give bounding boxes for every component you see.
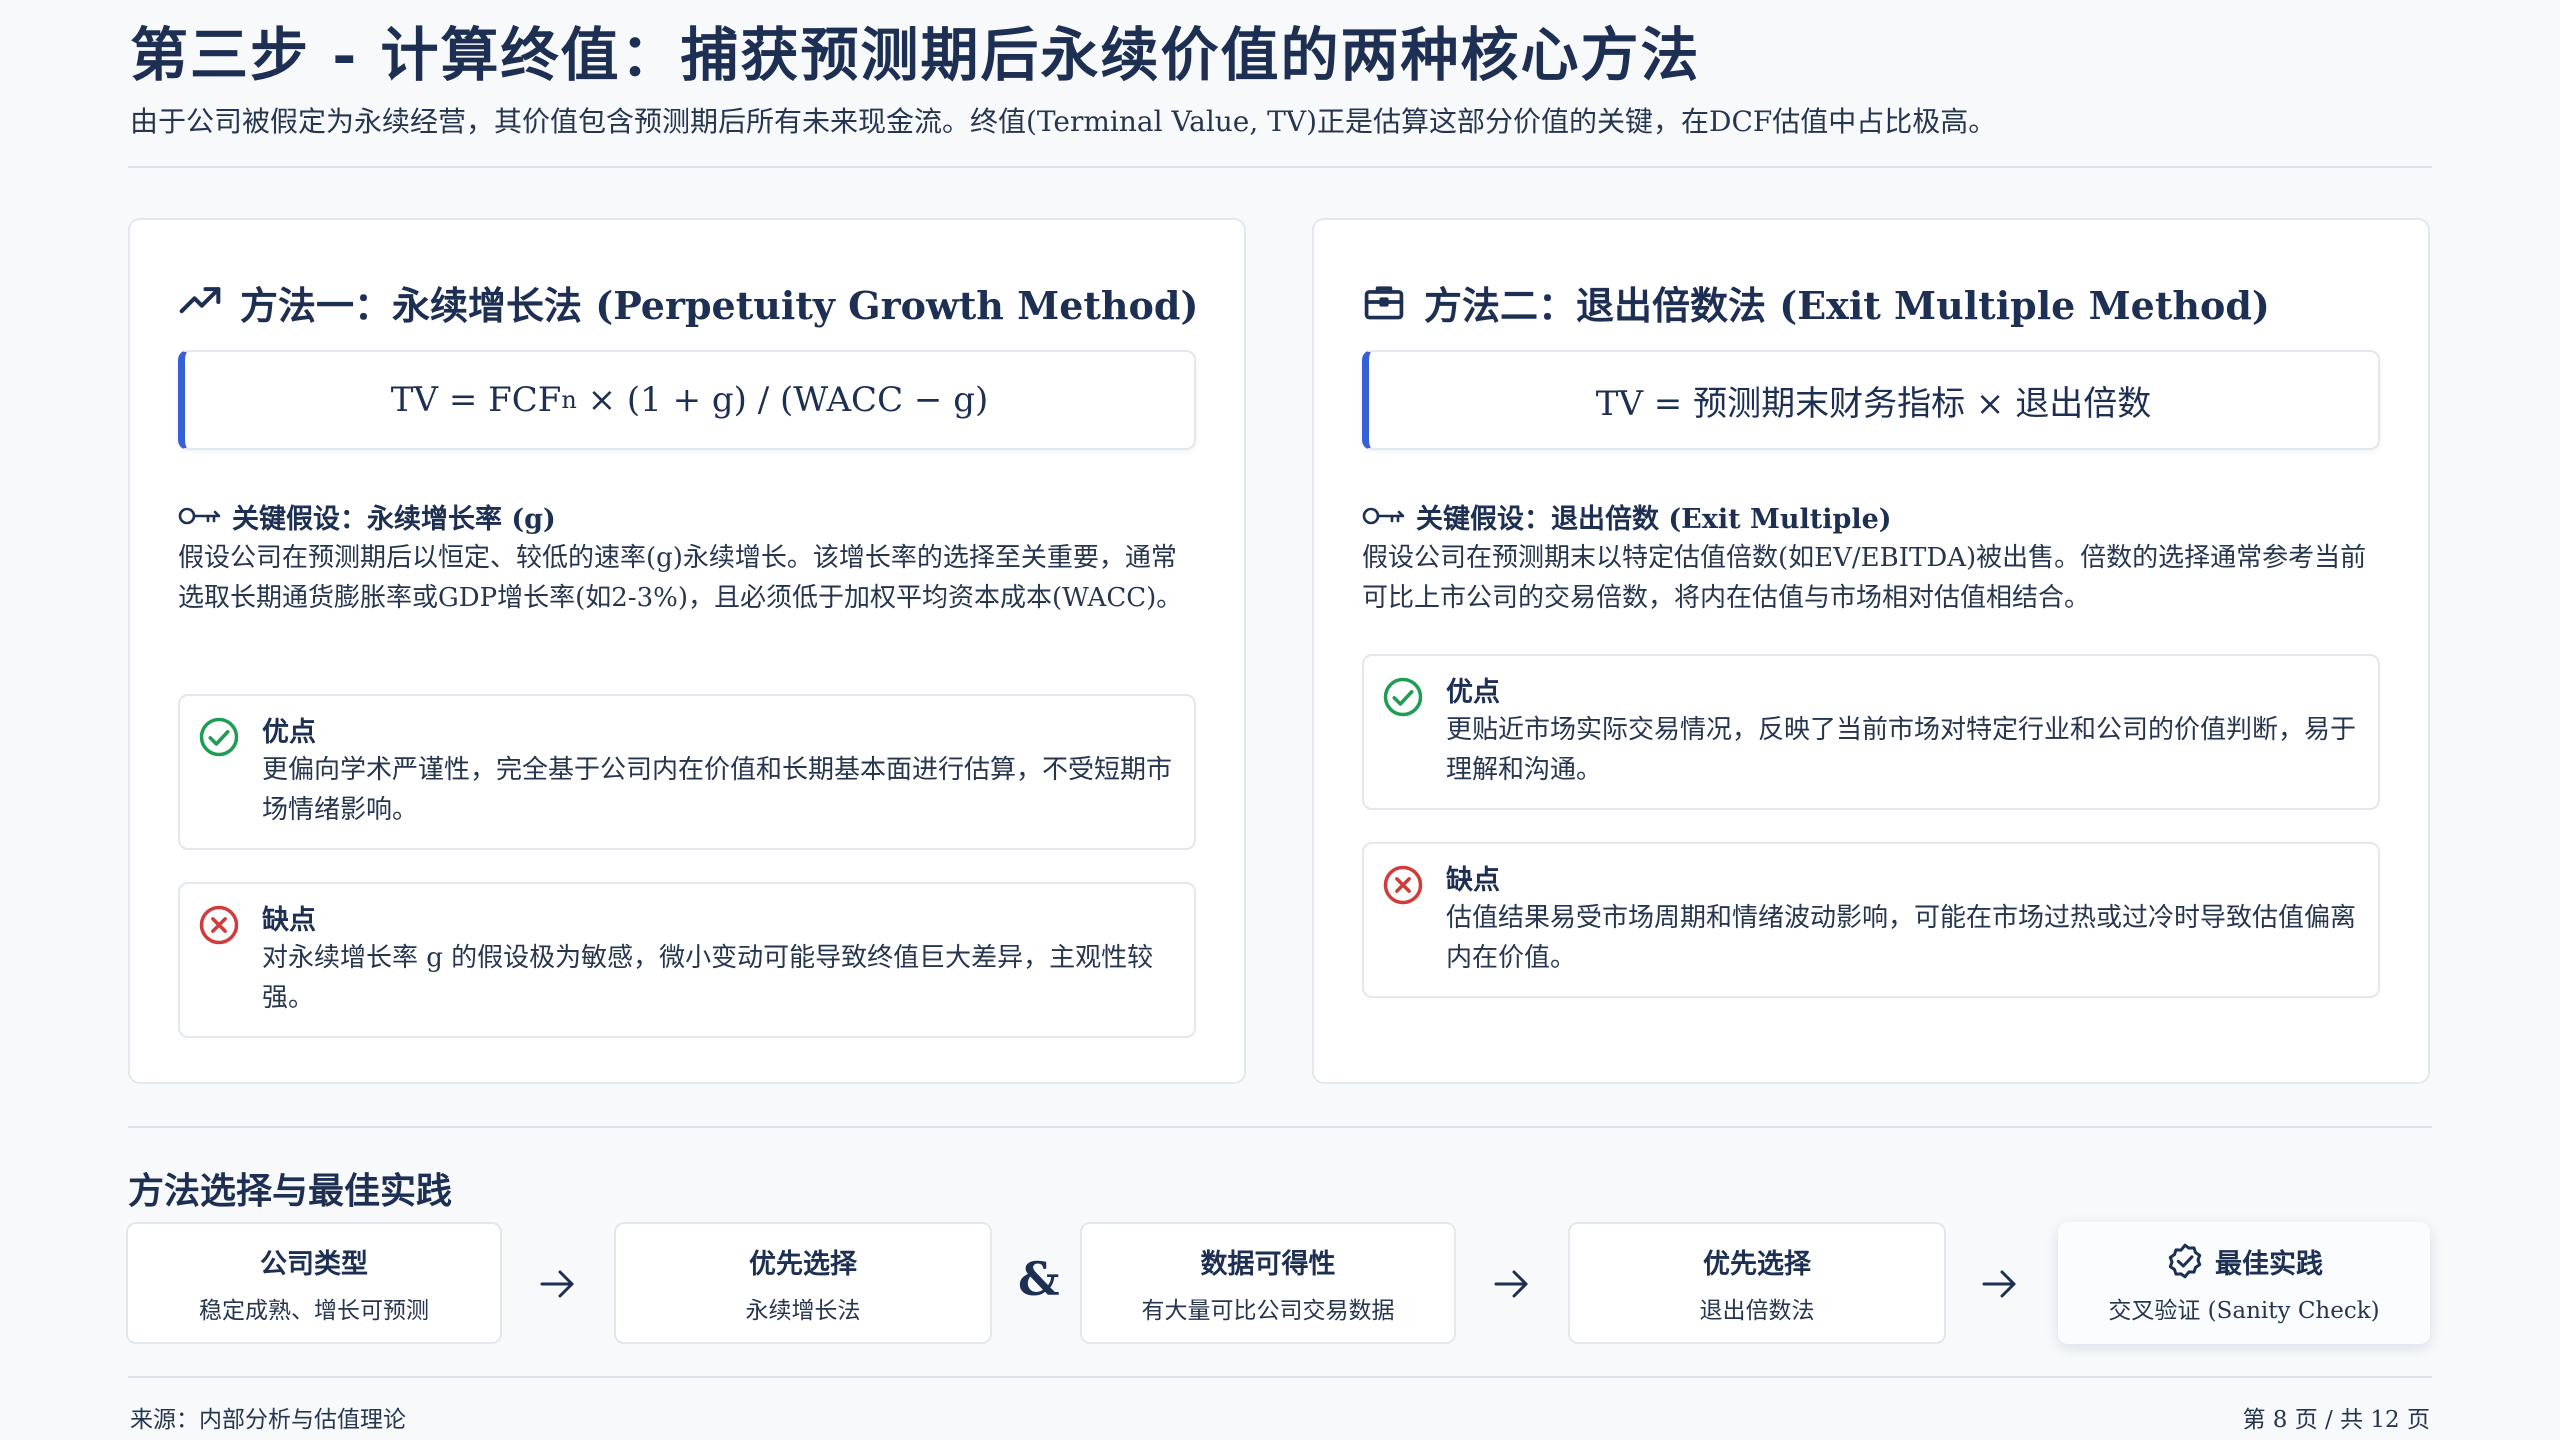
method-two-header: 方法二：退出倍数法 (Exit Multiple Method) — [1362, 272, 2270, 332]
step-subtitle: 永续增长法 — [745, 1297, 861, 1324]
assumption-header: 关键假设：退出倍数 (Exit Multiple) — [1362, 492, 1892, 540]
cons-text: 对永续增长率 g 的假设极为敏感，微小变动可能导致终值巨大差异，主观性较强。 — [262, 943, 1154, 1013]
method-one-card: 方法一：永续增长法 (Perpetuity Growth Method) TV … — [128, 218, 1246, 1084]
arrow-right-icon — [540, 1270, 574, 1298]
header-divider — [128, 166, 2432, 168]
step-title: 最佳实践 — [2215, 1248, 2323, 1280]
best-practice-heading: 最佳实践 — [2165, 1241, 2323, 1281]
check-circle-icon — [199, 717, 239, 757]
assumption-label: 关键假设：退出倍数 (Exit Multiple) — [1416, 503, 1892, 535]
cons-box: 缺点 对永续增长率 g 的假设极为敏感，微小变动可能导致终值巨大差异，主观性较强… — [178, 882, 1196, 1038]
cons-title: 缺点 — [262, 905, 316, 936]
step-data-availability: 数据可得性 有大量可比公司交易数据 — [1080, 1222, 1456, 1344]
footer-divider — [128, 1376, 2432, 1378]
method-two-card: 方法二：退出倍数法 (Exit Multiple Method) TV = 预测… — [1312, 218, 2430, 1084]
method-one-title: 方法一：永续增长法 (Perpetuity Growth Method) — [240, 282, 1199, 328]
cons-title: 缺点 — [1446, 865, 1500, 896]
step-title: 优先选择 — [1703, 1248, 1811, 1280]
formula-subscript: n — [561, 386, 577, 414]
arrow-right-icon — [1982, 1270, 2016, 1298]
check-circle-icon — [1383, 677, 1423, 717]
perpetuity-formula: TV = FCF n × (1 + g) / (WACC − g) — [178, 350, 1196, 450]
pros-text: 更贴近市场实际交易情况，反映了当前市场对特定行业和公司的价值判断，易于理解和沟通… — [1446, 715, 2357, 785]
best-practice-title: 方法选择与最佳实践 — [128, 1170, 453, 1212]
pros-text: 更偏向学术严谨性，完全基于公司内在价值和长期基本面进行估算，不受短期市场情绪影响… — [262, 755, 1173, 825]
step-title: 公司类型 — [260, 1248, 368, 1280]
assumption-text: 假设公司在预测期末以特定估值倍数(如EV/EBITDA)被出售。倍数的选择通常参… — [1362, 543, 2367, 613]
exit-multiple-formula: TV = 预测期末财务指标 × 退出倍数 — [1362, 350, 2380, 450]
section-divider — [128, 1126, 2432, 1128]
assumption-label: 关键假设：永续增长率 (g) — [232, 503, 556, 535]
footer-source: 来源：内部分析与估值理论 — [130, 1407, 406, 1433]
page-number: 第 8 页 / 共 12 页 — [2242, 1407, 2430, 1433]
x-circle-icon — [1383, 865, 1423, 905]
method-one-header: 方法一：永续增长法 (Perpetuity Growth Method) — [178, 272, 1198, 332]
step-subtitle: 退出倍数法 — [1699, 1297, 1815, 1324]
badge-check-icon — [2168, 1243, 2202, 1279]
briefcase-icon — [1364, 286, 1404, 320]
trending-up-icon — [179, 287, 221, 314]
cons-text: 估值结果易受市场周期和情绪波动影响，可能在市场过热或过冷时导致估值偏离内在价值。 — [1446, 903, 2357, 973]
page-title: 第三步 - 计算终值：捕获预测期后永续价值的两种核心方法 — [130, 21, 1701, 89]
step-subtitle: 交叉验证 (Sanity Check) — [2108, 1298, 2380, 1324]
step-best-practice: 最佳实践 交叉验证 (Sanity Check) — [2058, 1222, 2430, 1344]
key-icon — [1362, 507, 1405, 525]
step-company-type: 公司类型 稳定成熟、增长可预测 — [126, 1222, 502, 1344]
pros-box: 优点 更贴近市场实际交易情况，反映了当前市场对特定行业和公司的价值判断，易于理解… — [1362, 654, 2380, 810]
arrow-right-icon — [1494, 1270, 1528, 1298]
assumption-text: 假设公司在预测期后以恒定、较低的速率(g)永续增长。该增长率的选择至关重要，通常… — [178, 543, 1183, 613]
x-circle-icon — [199, 905, 239, 945]
step-prefer-perpetuity: 优先选择 永续增长法 — [614, 1222, 992, 1344]
pros-box: 优点 更偏向学术严谨性，完全基于公司内在价值和长期基本面进行估算，不受短期市场情… — [178, 694, 1196, 850]
method-two-title: 方法二：退出倍数法 (Exit Multiple Method) — [1424, 282, 2270, 328]
step-title: 优先选择 — [749, 1248, 857, 1280]
page-subtitle: 由于公司被假定为永续经营，其价值包含预测期后所有未来现金流。终值(Termina… — [130, 105, 1997, 138]
pros-title: 优点 — [1446, 677, 1500, 708]
ampersand-symbol: & — [1018, 1252, 1060, 1306]
step-subtitle: 稳定成熟、增长可预测 — [199, 1297, 429, 1324]
key-icon — [178, 507, 221, 525]
formula-prefix: TV = FCF — [390, 380, 562, 420]
step-title: 数据可得性 — [1200, 1248, 1336, 1280]
step-prefer-exit-multiple: 优先选择 退出倍数法 — [1568, 1222, 1946, 1344]
step-subtitle: 有大量可比公司交易数据 — [1141, 1297, 1395, 1324]
assumption-header: 关键假设：永续增长率 (g) — [178, 492, 556, 540]
cons-box: 缺点 估值结果易受市场周期和情绪波动影响，可能在市场过热或过冷时导致估值偏离内在… — [1362, 842, 2380, 998]
pros-title: 优点 — [262, 717, 316, 748]
formula-suffix: × (1 + g) / (WACC − g) — [576, 380, 989, 420]
